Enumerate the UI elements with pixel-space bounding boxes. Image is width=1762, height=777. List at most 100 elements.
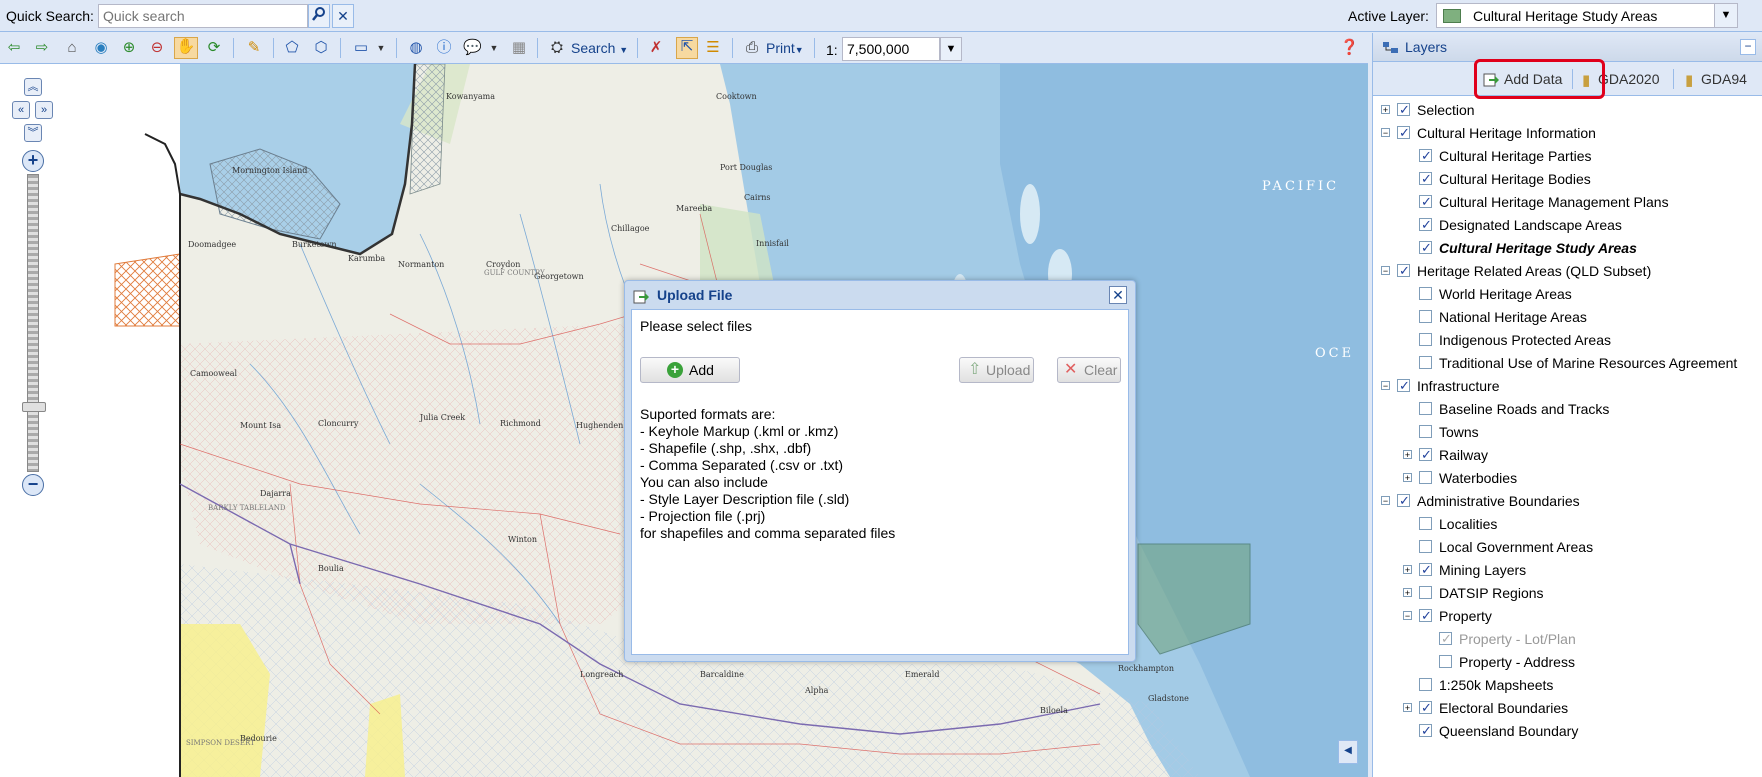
pencil-icon[interactable]: ✎ [245, 39, 263, 57]
cursor-select-icon[interactable]: ⇱ [676, 37, 698, 59]
layer-tree-row[interactable]: + Electoral Boundaries [1373, 698, 1762, 718]
select-lasso-icon[interactable]: ⬡ [312, 39, 330, 57]
quick-search-go-button[interactable] [308, 4, 330, 28]
layer-checkbox[interactable] [1419, 333, 1432, 346]
zoom-slider-track[interactable] [27, 174, 39, 472]
speech-bubble-icon[interactable]: 💬 [463, 39, 482, 57]
collapse-minus-icon[interactable]: − [1381, 128, 1390, 138]
layer-checkbox[interactable] [1397, 376, 1410, 396]
layer-checkbox[interactable] [1419, 356, 1432, 369]
layer-checkbox[interactable] [1419, 238, 1432, 258]
chevron-down-icon[interactable]: ▼ [1714, 4, 1737, 27]
layer-tree-row[interactable]: + Waterbodies [1373, 468, 1762, 488]
layer-tree-row[interactable]: Property - Address [1373, 652, 1762, 672]
layers-stack-icon[interactable]: ☰ [704, 39, 722, 57]
layer-checkbox[interactable] [1397, 491, 1410, 511]
layer-tree-row[interactable]: Baseline Roads and Tracks [1373, 399, 1762, 419]
layer-checkbox[interactable] [1397, 100, 1410, 120]
layer-checkbox[interactable] [1419, 445, 1432, 465]
chevron-down-icon[interactable]: ▼ [485, 39, 503, 57]
layer-tree-row[interactable]: − Administrative Boundaries [1373, 491, 1762, 511]
layer-tree-row[interactable]: Traditional Use of Marine Resources Agre… [1373, 353, 1762, 373]
collapse-panel-button[interactable]: ◀ [1338, 740, 1358, 764]
layer-checkbox[interactable] [1439, 655, 1452, 668]
collapse-minus-icon[interactable]: − [1403, 611, 1412, 621]
full-extent-globe-icon[interactable]: ◉ [92, 39, 110, 57]
info-icon[interactable]: ⓘ [435, 39, 453, 57]
upload-button[interactable]: ⇧ Upload [959, 357, 1034, 383]
select-polygon-icon[interactable]: ⬠ [283, 39, 301, 57]
layer-tree-row[interactable]: Property - Lot/Plan [1373, 629, 1762, 649]
layer-tree-row[interactable]: + Railway [1373, 445, 1762, 465]
search-button[interactable]: Search ▼ [571, 37, 628, 59]
layer-tree-row[interactable]: + DATSIP Regions [1373, 583, 1762, 603]
collapse-minus-icon[interactable]: − [1381, 381, 1390, 391]
home-icon[interactable]: ⌂ [63, 39, 81, 57]
layer-tree-row[interactable]: − Infrastructure [1373, 376, 1762, 396]
expand-plus-icon[interactable]: + [1403, 588, 1412, 598]
add-file-button[interactable]: + Add [640, 357, 740, 383]
collapse-minus-icon[interactable]: − [1740, 39, 1756, 55]
layer-tree-row[interactable]: Designated Landscape Areas [1373, 215, 1762, 235]
layer-tree-row[interactable]: Cultural Heritage Bodies [1373, 169, 1762, 189]
zoom-in-icon[interactable]: ⊕ [120, 39, 138, 57]
expand-plus-icon[interactable]: + [1403, 565, 1412, 575]
pan-hand-icon[interactable]: ✋ [174, 37, 198, 59]
expand-plus-icon[interactable]: + [1403, 703, 1412, 713]
layer-tree-row[interactable]: 1:250k Mapsheets [1373, 675, 1762, 695]
layer-checkbox[interactable] [1419, 192, 1432, 212]
layer-checkbox[interactable] [1419, 310, 1432, 323]
clear-selection-icon[interactable]: ✗ [647, 39, 665, 57]
layer-tree-row[interactable]: World Heritage Areas [1373, 284, 1762, 304]
expand-plus-icon[interactable]: + [1403, 473, 1412, 483]
layer-checkbox[interactable] [1419, 698, 1432, 718]
layer-tree-row[interactable]: Towns [1373, 422, 1762, 442]
print-button[interactable]: Print▼ [766, 37, 804, 59]
active-layer-select[interactable]: Cultural Heritage Study Areas ▼ [1436, 3, 1738, 28]
layer-checkbox[interactable] [1419, 402, 1432, 415]
layer-tree-row[interactable]: Cultural Heritage Parties [1373, 146, 1762, 166]
layer-tree-row[interactable]: + Mining Layers [1373, 560, 1762, 580]
back-arrow-icon[interactable]: ⇦ [5, 39, 23, 57]
layer-checkbox[interactable] [1419, 606, 1432, 626]
help-icon[interactable]: ❓ [1340, 39, 1359, 57]
layer-tree-row[interactable]: Cultural Heritage Study Areas [1373, 238, 1762, 258]
scale-input[interactable] [842, 37, 940, 61]
layer-checkbox[interactable] [1419, 721, 1432, 741]
layer-checkbox[interactable] [1419, 540, 1432, 553]
layer-tree-row[interactable]: Local Government Areas [1373, 537, 1762, 557]
layer-tree-row[interactable]: − Property [1373, 606, 1762, 626]
layer-checkbox[interactable] [1419, 471, 1432, 484]
forward-arrow-icon[interactable]: ⇨ [33, 39, 51, 57]
clear-button[interactable]: ✕ Clear [1057, 357, 1121, 383]
printer-icon[interactable]: ⎙ [743, 39, 761, 57]
dialog-close-button[interactable]: ✕ [1109, 286, 1127, 304]
zoom-out-button[interactable]: − [22, 474, 44, 496]
layer-checkbox[interactable] [1419, 560, 1432, 580]
identify-globe-icon[interactable]: ◍ [407, 39, 425, 57]
pan-up-button[interactable]: ︽ [24, 78, 42, 96]
layer-tree-row[interactable]: Localities [1373, 514, 1762, 534]
layer-tree-row[interactable]: − Heritage Related Areas (QLD Subset) [1373, 261, 1762, 281]
layer-checkbox[interactable] [1439, 629, 1452, 649]
select-rectangle-icon[interactable]: ▭ [352, 39, 370, 57]
expand-plus-icon[interactable]: + [1403, 450, 1412, 460]
pan-right-button[interactable]: » [35, 101, 53, 119]
zoom-in-button[interactable]: + [22, 150, 44, 172]
layer-tree-row[interactable]: Queensland Boundary [1373, 721, 1762, 741]
table-icon[interactable]: ▦ [510, 39, 528, 57]
collapse-minus-icon[interactable]: − [1381, 496, 1390, 506]
quick-search-input[interactable] [98, 4, 308, 28]
layer-tree-row[interactable]: Cultural Heritage Management Plans [1373, 192, 1762, 212]
refresh-icon[interactable]: ⟳ [205, 39, 223, 57]
pan-down-button[interactable]: ︾ [24, 124, 42, 142]
collapse-minus-icon[interactable]: − [1381, 266, 1390, 276]
zoom-out-icon[interactable]: ⊖ [148, 39, 166, 57]
quick-search-clear-button[interactable]: ✕ [332, 4, 354, 28]
layer-checkbox[interactable] [1419, 425, 1432, 438]
layer-checkbox[interactable] [1419, 146, 1432, 166]
expand-plus-icon[interactable]: + [1381, 105, 1390, 115]
layer-checkbox[interactable] [1419, 517, 1432, 530]
layer-tree-row[interactable]: − Cultural Heritage Information [1373, 123, 1762, 143]
layer-checkbox[interactable] [1397, 123, 1410, 143]
